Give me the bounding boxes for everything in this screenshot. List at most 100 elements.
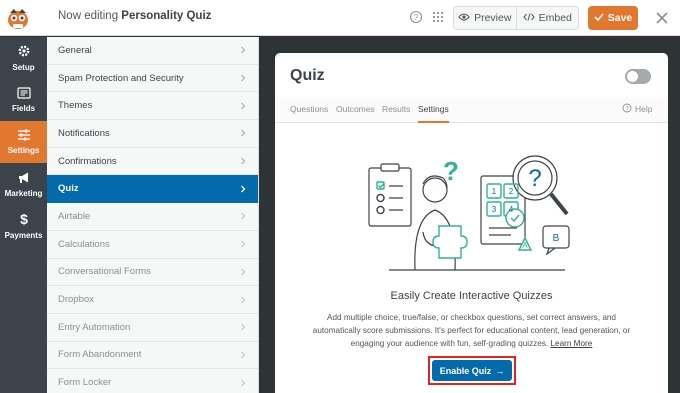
- settings-item-label: Themes: [58, 100, 93, 112]
- dollar-icon: $: [19, 211, 29, 228]
- settings-item-label: Notifications: [58, 127, 110, 139]
- chevron-right-icon: [239, 185, 247, 193]
- svg-text:$: $: [20, 212, 28, 226]
- nav-label-payments: Payments: [4, 231, 43, 240]
- settings-panel: General Spam Protection and Security The…: [47, 37, 259, 393]
- chevron-right-icon: [239, 351, 247, 359]
- settings-item-confirmations[interactable]: Confirmations: [47, 148, 258, 176]
- settings-item-label: Entry Automation: [58, 321, 131, 333]
- editing-prefix: Now editing: [58, 10, 119, 22]
- megaphone-icon: [17, 171, 31, 186]
- save-label: Save: [607, 12, 633, 24]
- enable-quiz-label: Enable Quiz: [439, 365, 492, 376]
- nav-item-settings[interactable]: Settings: [0, 121, 47, 163]
- settings-item-label: Form Locker: [58, 377, 112, 389]
- settings-item-label: Conversational Forms: [58, 266, 151, 278]
- editing-title: Now editing Personality Quiz: [58, 10, 211, 22]
- chevron-right-icon: [239, 102, 247, 110]
- settings-item-airtable[interactable]: Airtable: [47, 203, 258, 231]
- nav-item-marketing[interactable]: Marketing: [0, 163, 47, 205]
- settings-item-dropbox[interactable]: Dropbox: [47, 286, 258, 314]
- quiz-illustration: 1 2 3 4 B A ? ?: [365, 148, 580, 278]
- nav-item-setup[interactable]: Setup: [0, 37, 47, 79]
- settings-item-quiz[interactable]: Quiz: [47, 175, 258, 204]
- embed-label: Embed: [538, 12, 572, 24]
- form-name: Personality Quiz: [121, 10, 212, 22]
- nav-label-marketing: Marketing: [4, 188, 43, 198]
- top-bar: Now editing Personality Quiz ? Preview E…: [0, 0, 680, 36]
- chevron-right-icon: [239, 74, 247, 82]
- settings-item-conversational-forms[interactable]: Conversational Forms: [47, 259, 258, 287]
- settings-item-spam[interactable]: Spam Protection and Security: [47, 65, 258, 93]
- magnifier-question-mark: ?: [528, 165, 541, 192]
- settings-item-general[interactable]: General: [47, 37, 258, 65]
- help-label: Help: [635, 104, 653, 114]
- enable-quiz-button[interactable]: Enable Quiz →: [432, 360, 512, 381]
- preview-embed-group: Preview Embed: [453, 6, 579, 30]
- save-button[interactable]: Save: [588, 6, 638, 30]
- settings-item-label: Dropbox: [58, 294, 94, 306]
- chevron-right-icon: [239, 46, 247, 54]
- settings-item-themes[interactable]: Themes: [47, 92, 258, 121]
- help-icon[interactable]: ?: [409, 10, 423, 29]
- tab-questions[interactable]: Questions: [290, 104, 328, 114]
- code-icon: [522, 12, 535, 25]
- check-icon: [594, 12, 604, 24]
- quiz-toggle[interactable]: [625, 69, 651, 84]
- settings-item-label: Spam Protection and Security: [58, 72, 184, 84]
- chevron-right-icon: [239, 296, 247, 304]
- settings-item-entry-automation[interactable]: Entry Automation: [47, 314, 258, 342]
- settings-item-calculations[interactable]: Calculations: [47, 231, 258, 259]
- nav-label-fields: Fields: [11, 104, 36, 113]
- fields-icon: [16, 87, 31, 101]
- preview-button[interactable]: Preview: [454, 7, 516, 29]
- bubble-letter-a: A: [522, 241, 528, 250]
- quiz-card: Quiz Questions Outcomes Results Settings…: [275, 53, 668, 393]
- grid-number-2: 2: [509, 187, 514, 196]
- settings-item-form-abandonment[interactable]: Form Abandonment: [47, 342, 258, 370]
- floating-question-mark: ?: [443, 156, 459, 186]
- wpforms-logo-icon: [0, 0, 36, 36]
- settings-item-label: General: [58, 44, 92, 56]
- embed-button[interactable]: Embed: [515, 7, 579, 29]
- chevron-right-icon: [239, 212, 247, 220]
- quiz-description: Add multiple choice, true/false, or chec…: [311, 311, 632, 350]
- tab-outcomes[interactable]: Outcomes: [336, 104, 375, 114]
- settings-item-form-locker[interactable]: Form Locker: [47, 369, 258, 393]
- settings-item-notifications[interactable]: Notifications: [47, 120, 258, 148]
- svg-text:?: ?: [414, 13, 419, 22]
- tab-settings[interactable]: Settings: [418, 104, 449, 123]
- grid-icon[interactable]: [432, 10, 444, 29]
- settings-item-label: Quiz: [58, 183, 79, 195]
- bubble-letter-b: B: [553, 233, 560, 244]
- chevron-right-icon: [239, 268, 247, 276]
- grid-number-1: 1: [492, 187, 497, 196]
- learn-more-link[interactable]: Learn More: [550, 339, 592, 348]
- settings-item-label: Form Abandonment: [58, 349, 142, 361]
- chevron-right-icon: [239, 379, 247, 387]
- settings-item-label: Calculations: [58, 238, 110, 250]
- preview-label: Preview: [474, 12, 512, 24]
- sliders-icon: [17, 129, 31, 143]
- quiz-card-title: Quiz: [290, 67, 325, 84]
- chevron-right-icon: [239, 240, 247, 248]
- arrow-right-icon: →: [495, 365, 505, 376]
- nav-label-setup: Setup: [12, 63, 35, 72]
- settings-item-label: Confirmations: [58, 155, 117, 167]
- chevron-right-icon: [239, 129, 247, 137]
- quiz-heading: Easily Create Interactive Quizzes: [390, 290, 553, 302]
- settings-item-label: Airtable: [58, 210, 91, 222]
- nav-label-settings: Settings: [7, 146, 40, 155]
- content-area: Quiz Questions Outcomes Results Settings…: [260, 37, 680, 393]
- quiz-tabs: Questions Outcomes Results Settings ? He…: [275, 97, 668, 123]
- eye-icon: [458, 12, 470, 25]
- tab-results[interactable]: Results: [382, 104, 410, 114]
- nav-item-fields[interactable]: Fields: [0, 79, 47, 121]
- nav-item-payments[interactable]: $ Payments: [0, 205, 47, 247]
- help-link[interactable]: ? Help: [622, 103, 652, 115]
- close-icon[interactable]: [650, 6, 674, 30]
- grid-number-3: 3: [492, 205, 497, 214]
- grid-number-4: 4: [509, 205, 514, 214]
- gear-icon: [17, 44, 31, 60]
- help-circle-icon: ?: [622, 103, 632, 115]
